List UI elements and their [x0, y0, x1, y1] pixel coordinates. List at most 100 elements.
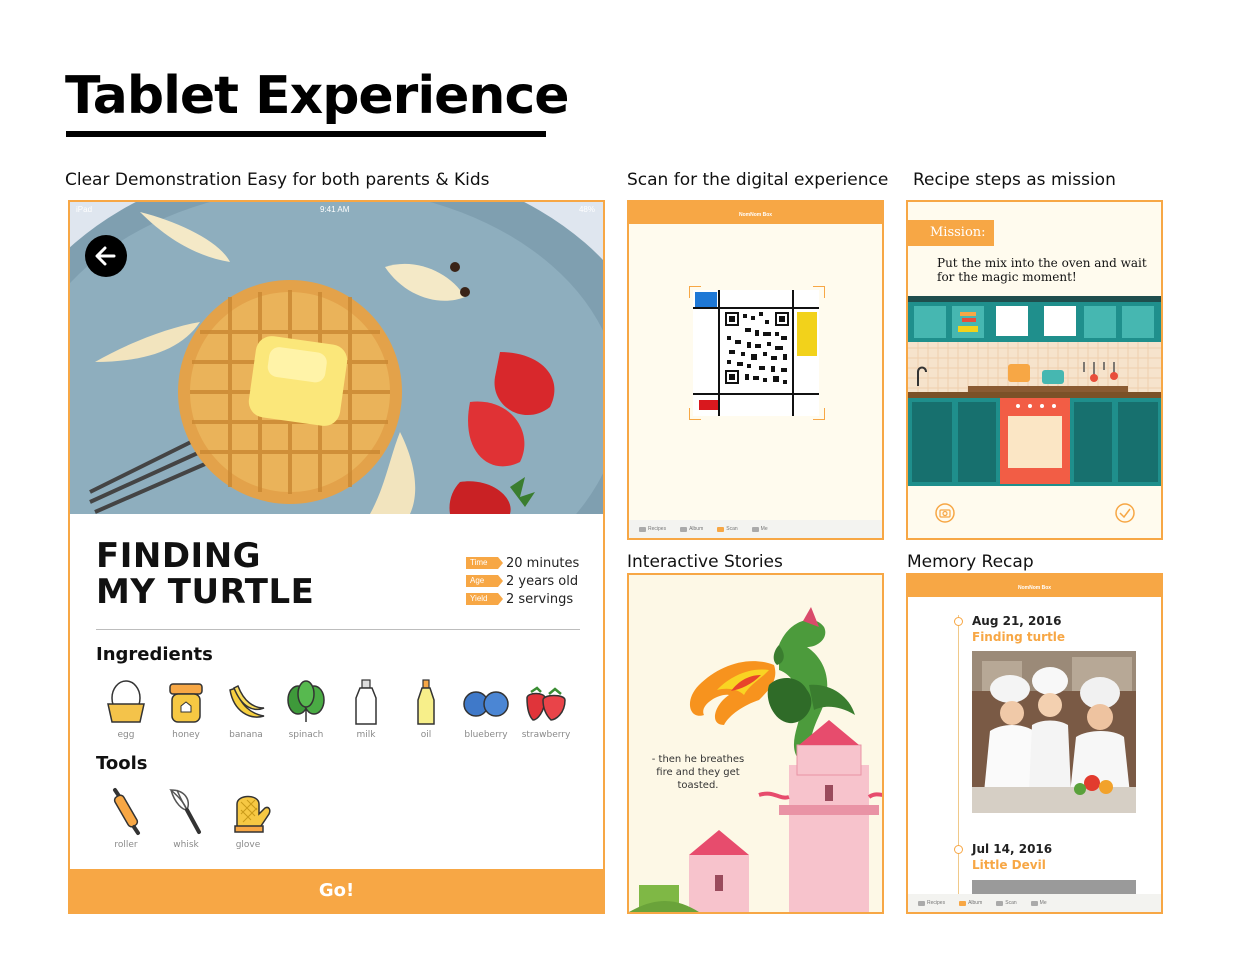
scan-icon: [717, 526, 725, 532]
mission-text: Put the mix into the oven and wait for t…: [937, 256, 1147, 284]
memory-photo[interactable]: [972, 880, 1136, 894]
ingredient-egg[interactable]: egg: [96, 678, 156, 740]
profile-icon: [751, 526, 759, 532]
recipes-icon: [918, 900, 925, 906]
story-text: - then he breathes fire and they get toa…: [651, 754, 745, 791]
meta-row-time: Time 20 minutes: [466, 554, 603, 572]
arrow-left-icon: [95, 246, 116, 266]
tab-scan[interactable]: Scan: [996, 900, 1017, 906]
recipes-icon: [639, 526, 646, 532]
status-carrier: iPad: [76, 205, 93, 214]
memory-photo[interactable]: [972, 651, 1136, 813]
blueberry-icon: [463, 691, 509, 717]
tool-roller[interactable]: roller: [96, 786, 156, 850]
ingredient-label: oil: [420, 730, 432, 740]
scan-screen: NomNom Box Recipes Album Scan Me: [627, 200, 884, 540]
oven-glove-icon: [234, 795, 271, 833]
recipe-screen: iPad 9:41 AM 48% FINDING MY TURTLE Time …: [68, 200, 605, 914]
app-header: NomNom Box: [629, 202, 882, 224]
mission-tag: Mission:: [908, 220, 994, 246]
meta-value: 2 servings: [506, 591, 574, 607]
app-header-title: NomNom Box: [1017, 585, 1052, 591]
tab-bar: Recipes Album Scan Me: [629, 520, 882, 538]
caption-stories: Interactive Stories: [627, 552, 783, 572]
ingredient-label: milk: [356, 730, 376, 740]
ingredient-label: banana: [229, 730, 263, 740]
recipe-title: FINDING MY TURTLE: [96, 538, 314, 610]
status-battery: 48%: [578, 205, 595, 214]
dragon-castle-illustration: [629, 575, 882, 912]
meta-row-age: Age 2 years old: [466, 572, 603, 590]
meta-value: 20 minutes: [506, 555, 580, 571]
meta-tag: Time: [466, 557, 503, 569]
tab-me[interactable]: Me: [1030, 900, 1047, 906]
tab-album[interactable]: Album: [680, 526, 703, 532]
tab-label: Recipes: [927, 900, 946, 906]
album-icon: [680, 526, 688, 532]
recipe-hero-image: [70, 202, 603, 514]
app-header-title: NomNom Box: [738, 212, 773, 218]
memory-screen: NomNom Box Aug 21, 2016 Finding turtle J…: [906, 573, 1163, 914]
spinach-icon: [287, 680, 325, 722]
ingredient-label: egg: [117, 730, 135, 740]
camera-icon[interactable]: [934, 502, 956, 524]
banana-icon: [229, 684, 265, 718]
tools-heading: Tools: [96, 753, 148, 774]
ingredient-spinach[interactable]: spinach: [276, 678, 336, 740]
ingredient-oil[interactable]: oil: [396, 678, 456, 740]
memory-title[interactable]: Little Devil: [972, 858, 1046, 872]
tab-label: Recipes: [648, 526, 667, 532]
qr-scanner-viewfinder[interactable]: [689, 286, 825, 420]
tab-bar: Recipes Album Scan Me: [908, 894, 1161, 912]
memory-date: Jul 14, 2016: [972, 842, 1053, 856]
recipe-title-line2: MY TURTLE: [96, 572, 315, 612]
ingredient-milk[interactable]: milk: [336, 678, 396, 740]
ingredient-banana[interactable]: banana: [216, 678, 276, 740]
recipe-meta: Time 20 minutes Age 2 years old Yield 2 …: [466, 554, 603, 608]
tab-scan[interactable]: Scan: [717, 526, 738, 532]
tab-label: Me: [760, 526, 768, 532]
memory-title[interactable]: Finding turtle: [972, 630, 1065, 644]
meta-tag: Yield: [466, 593, 503, 605]
profile-icon: [1030, 900, 1038, 906]
ingredient-honey[interactable]: honey: [156, 678, 216, 740]
tab-label: Album: [968, 900, 983, 906]
tab-recipes[interactable]: Recipes: [639, 526, 666, 532]
ingredient-strawberry[interactable]: strawberry: [516, 678, 576, 740]
tool-glove[interactable]: glove: [218, 786, 278, 850]
honey-jar-icon: [169, 683, 203, 723]
ingredients-heading: Ingredients: [96, 644, 213, 665]
milk-bottle-icon: [355, 679, 377, 725]
go-button[interactable]: Go!: [70, 869, 603, 912]
caption-mission: Recipe steps as mission: [913, 170, 1116, 190]
caption-scan: Scan for the digital experience: [627, 170, 889, 190]
back-button[interactable]: [85, 235, 127, 277]
oil-bottle-icon: [417, 679, 435, 725]
tool-label: roller: [114, 840, 138, 850]
tool-whisk[interactable]: whisk: [156, 786, 216, 850]
whisk-icon: [169, 789, 201, 834]
ingredient-label: blueberry: [464, 730, 508, 740]
tab-recipes[interactable]: Recipes: [918, 900, 945, 906]
caption-main: Clear Demonstration Easy for both parent…: [65, 170, 490, 190]
ingredient-blueberry[interactable]: blueberry: [456, 678, 516, 740]
tab-me[interactable]: Me: [751, 526, 768, 532]
meta-tag: Age: [466, 575, 503, 587]
tab-label: Me: [1039, 900, 1047, 906]
ingredient-label: strawberry: [521, 730, 571, 740]
status-bar: iPad 9:41 AM 48%: [70, 202, 603, 218]
caption-memory: Memory Recap: [907, 552, 1034, 572]
timeline-dot: [954, 617, 963, 626]
tool-label: whisk: [173, 840, 199, 850]
ingredient-label: honey: [172, 730, 200, 740]
timeline-dot: [954, 845, 963, 854]
tool-label: glove: [235, 840, 261, 850]
memory-date: Aug 21, 2016: [972, 614, 1062, 628]
strawberry-icon: [526, 686, 566, 721]
status-time: 9:41 AM: [320, 205, 350, 214]
check-icon[interactable]: [1114, 502, 1136, 524]
album-icon: [959, 900, 967, 906]
tab-album[interactable]: Album: [959, 900, 982, 906]
page-title: Tablet Experience: [65, 66, 570, 126]
divider: [96, 629, 580, 630]
